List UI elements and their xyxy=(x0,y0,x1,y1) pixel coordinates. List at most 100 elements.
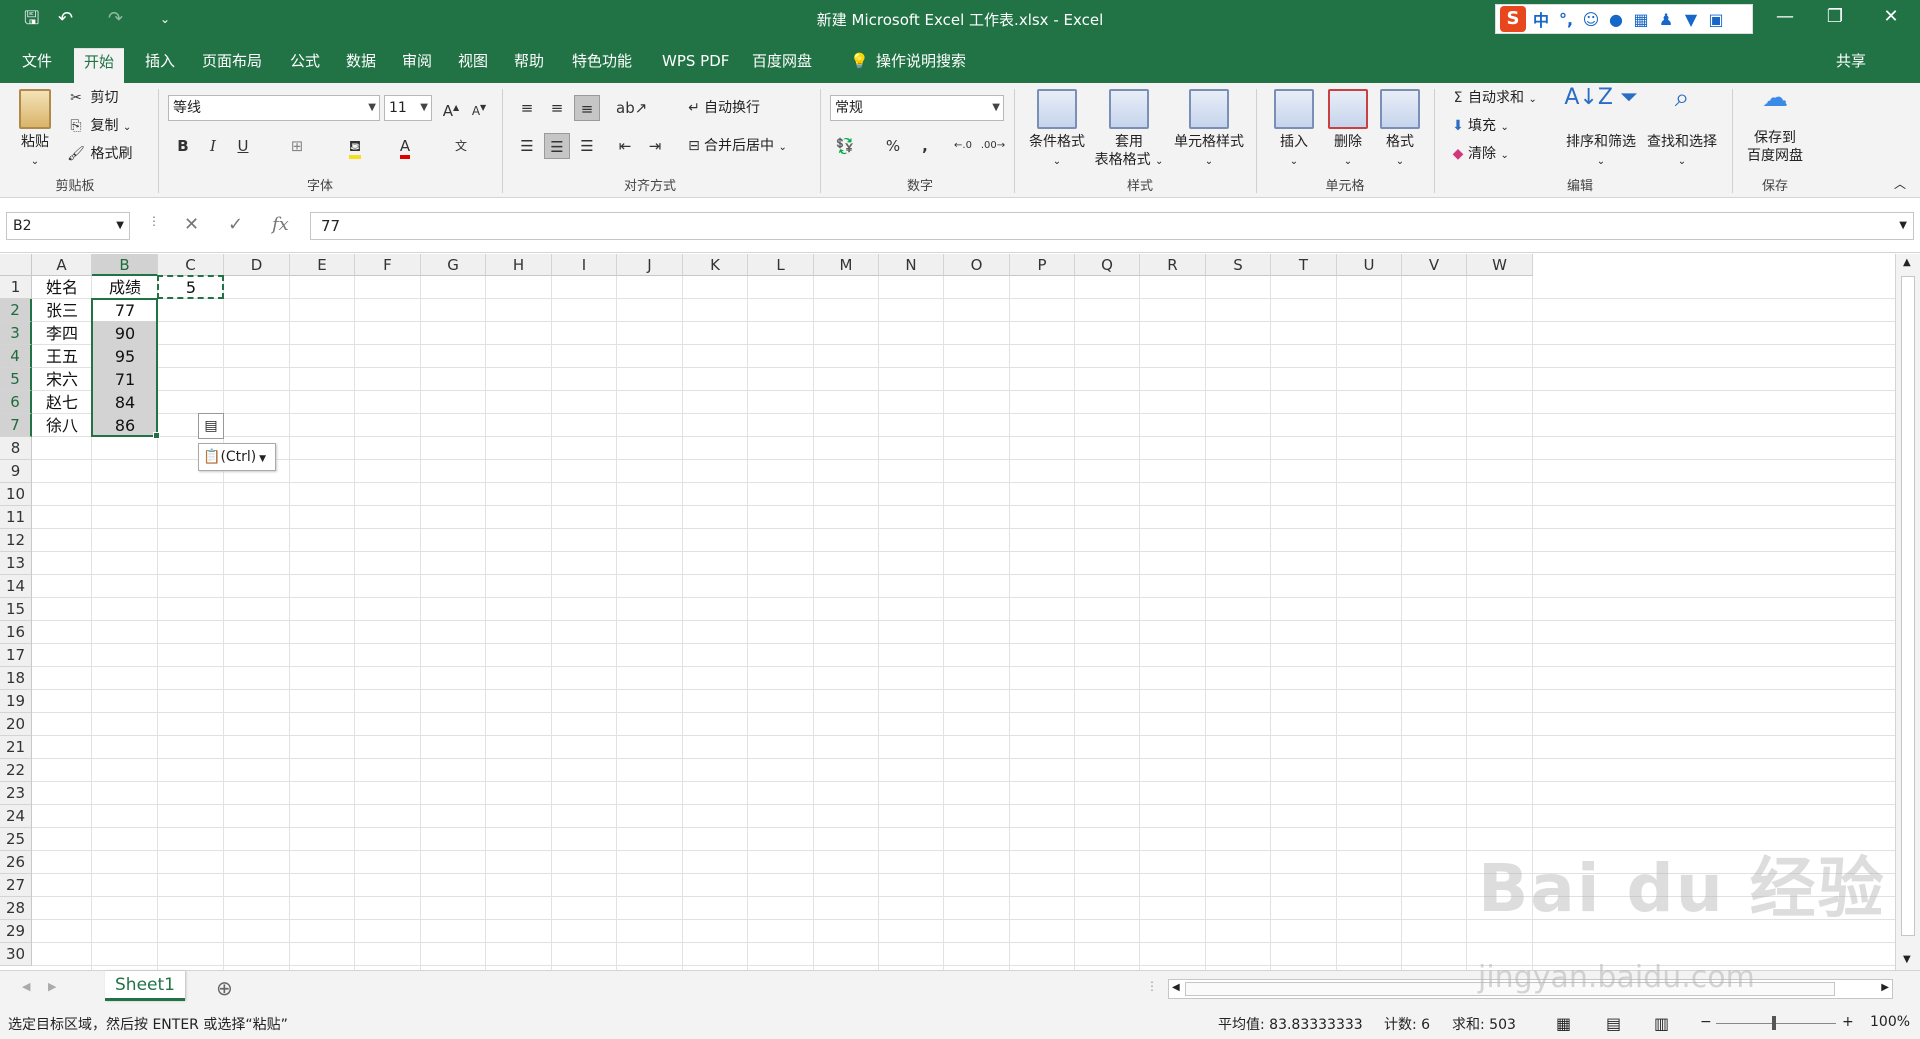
row-header-19[interactable]: 19 xyxy=(0,690,32,713)
tab-view[interactable]: 视图 xyxy=(448,48,498,83)
paste-button[interactable]: 粘贴 ⌄ xyxy=(10,89,60,171)
close-button[interactable]: ✕ xyxy=(1876,6,1906,27)
paste-options-button[interactable]: 📋(Ctrl) ▼ xyxy=(198,443,276,471)
format-cells-button[interactable]: 格式 ⌄ xyxy=(1372,89,1428,171)
cell-styles-button[interactable]: 单元格样式 ⌄ xyxy=(1166,89,1252,171)
orientation-button[interactable]: ab↗ xyxy=(616,95,647,121)
enter-icon[interactable]: ✓ xyxy=(228,214,243,235)
format-as-table-button[interactable]: 套用 表格格式 ⌄ xyxy=(1094,89,1164,171)
restore-button[interactable]: ❐ xyxy=(1820,6,1850,27)
formula-input[interactable]: 77 ▼ xyxy=(310,212,1914,240)
user-icon[interactable]: ♟ xyxy=(1656,10,1676,29)
column-header-V[interactable]: V xyxy=(1402,254,1467,276)
row-header-5[interactable]: 5 xyxy=(0,368,32,391)
name-box[interactable]: B2 ▼ xyxy=(6,212,130,240)
scroll-up-icon[interactable]: ▲ xyxy=(1903,257,1911,268)
wrap-text-button[interactable]: ↵ 自动换行 xyxy=(684,99,760,117)
row-header-29[interactable]: 29 xyxy=(0,920,32,943)
column-header-R[interactable]: R xyxy=(1140,254,1206,276)
underline-button[interactable]: U xyxy=(230,133,256,159)
borders-button[interactable]: ⊞ xyxy=(284,133,310,159)
font-color-button[interactable]: A xyxy=(392,133,418,159)
conditional-format-button[interactable]: 条件格式 ⌄ xyxy=(1022,89,1092,171)
column-header-I[interactable]: I xyxy=(552,254,617,276)
accounting-format-button[interactable]: 💱 xyxy=(832,133,858,159)
add-sheet-button[interactable]: ⊕ xyxy=(216,976,233,1000)
expand-formula-icon[interactable]: ▼ xyxy=(1899,213,1907,239)
decrease-decimal-button[interactable]: .00→ xyxy=(980,133,1006,159)
cell-B1[interactable]: 成绩 xyxy=(92,276,158,299)
merge-center-button[interactable]: ⊟ 合并后居中 ⌄ xyxy=(684,137,787,157)
grow-font-button[interactable]: A▲ xyxy=(438,95,464,121)
copy-button[interactable]: ⎘ 复制 ⌄ xyxy=(66,117,131,137)
cell-B4[interactable]: 95 xyxy=(92,345,158,368)
clear-button[interactable]: ◆ 清除 ⌄ xyxy=(1448,145,1509,165)
column-header-C[interactable]: C xyxy=(158,254,224,276)
column-header-F[interactable]: F xyxy=(355,254,421,276)
row-header-15[interactable]: 15 xyxy=(0,598,32,621)
zoom-out-icon[interactable]: − xyxy=(1700,1014,1712,1030)
cell-A3[interactable]: 李四 xyxy=(32,322,92,345)
column-header-Q[interactable]: Q xyxy=(1075,254,1140,276)
row-header-13[interactable]: 13 xyxy=(0,552,32,575)
tab-special[interactable]: 特色功能 xyxy=(562,48,642,83)
tab-home[interactable]: 开始 xyxy=(74,48,125,83)
row-header-6[interactable]: 6 xyxy=(0,391,32,414)
bold-button[interactable]: B xyxy=(170,133,196,159)
tab-page-layout[interactable]: 页面布局 xyxy=(192,48,272,83)
tab-help[interactable]: 帮助 xyxy=(504,48,554,83)
tab-wps-pdf[interactable]: WPS PDF xyxy=(652,48,739,83)
column-header-B[interactable]: B xyxy=(92,254,158,276)
align-left-button[interactable]: ☰ xyxy=(514,133,540,159)
column-header-P[interactable]: P xyxy=(1010,254,1075,276)
column-header-S[interactable]: S xyxy=(1206,254,1271,276)
fill-color-button[interactable]: ⛾ xyxy=(342,133,368,159)
column-header-N[interactable]: N xyxy=(879,254,944,276)
cell-B5[interactable]: 71 xyxy=(92,368,158,391)
keyboard-icon[interactable]: ▦ xyxy=(1631,10,1651,29)
ime-toolbar[interactable]: S 中 °, ☺ ● ▦ ♟ ▼ ▣ xyxy=(1495,4,1753,34)
row-header-24[interactable]: 24 xyxy=(0,805,32,828)
row-header-21[interactable]: 21 xyxy=(0,736,32,759)
zoom-level[interactable]: 100% xyxy=(1870,1014,1910,1030)
row-header-25[interactable]: 25 xyxy=(0,828,32,851)
tab-data[interactable]: 数据 xyxy=(336,48,386,83)
comma-style-button[interactable]: , xyxy=(912,133,938,159)
insert-function-icon[interactable]: fx xyxy=(272,214,289,235)
format-painter-button[interactable]: 🖌 格式刷 xyxy=(66,145,132,163)
row-header-7[interactable]: 7 xyxy=(0,414,32,437)
row-header-16[interactable]: 16 xyxy=(0,621,32,644)
column-header-A[interactable]: A xyxy=(32,254,92,276)
tab-review[interactable]: 审阅 xyxy=(392,48,442,83)
column-header-U[interactable]: U xyxy=(1337,254,1402,276)
mic-icon[interactable]: ● xyxy=(1606,10,1626,29)
cell-B3[interactable]: 90 xyxy=(92,322,158,345)
tab-baidu-disk[interactable]: 百度网盘 xyxy=(742,48,822,83)
row-header-8[interactable]: 8 xyxy=(0,437,32,460)
row-header-22[interactable]: 22 xyxy=(0,759,32,782)
column-header-O[interactable]: O xyxy=(944,254,1010,276)
align-middle-button[interactable]: ≡ xyxy=(544,95,570,121)
cut-button[interactable]: ✂ 剪切 xyxy=(66,89,118,107)
column-header-T[interactable]: T xyxy=(1271,254,1337,276)
row-header-27[interactable]: 27 xyxy=(0,874,32,897)
emoji-icon[interactable]: ☺ xyxy=(1581,10,1601,29)
fill-button[interactable]: ⬇ 填充 ⌄ xyxy=(1448,117,1509,137)
cell-C1[interactable]: 5 xyxy=(158,276,224,299)
tab-formulas[interactable]: 公式 xyxy=(280,48,330,83)
row-header-14[interactable]: 14 xyxy=(0,575,32,598)
align-bottom-button[interactable]: ≡ xyxy=(574,95,600,121)
phonetic-button[interactable]: 文 xyxy=(448,133,474,159)
cell-A1[interactable]: 姓名 xyxy=(32,276,92,299)
skin-icon[interactable]: ▼ xyxy=(1681,10,1701,29)
row-header-4[interactable]: 4 xyxy=(0,345,32,368)
font-name-select[interactable]: 等线 ▼ xyxy=(168,95,380,121)
save-to-baidu-button[interactable]: ☁ 保存到 百度网盘 xyxy=(1740,85,1810,165)
align-right-button[interactable]: ☰ xyxy=(574,133,600,159)
next-sheet-icon[interactable]: ▶ xyxy=(48,980,56,993)
insert-cells-button[interactable]: 插入 ⌄ xyxy=(1266,89,1322,171)
tell-me-search[interactable]: 操作说明搜索 xyxy=(866,48,976,83)
column-header-H[interactable]: H xyxy=(486,254,552,276)
cell-A4[interactable]: 王五 xyxy=(32,345,92,368)
quick-analysis-icon[interactable]: ▤ xyxy=(198,413,224,439)
